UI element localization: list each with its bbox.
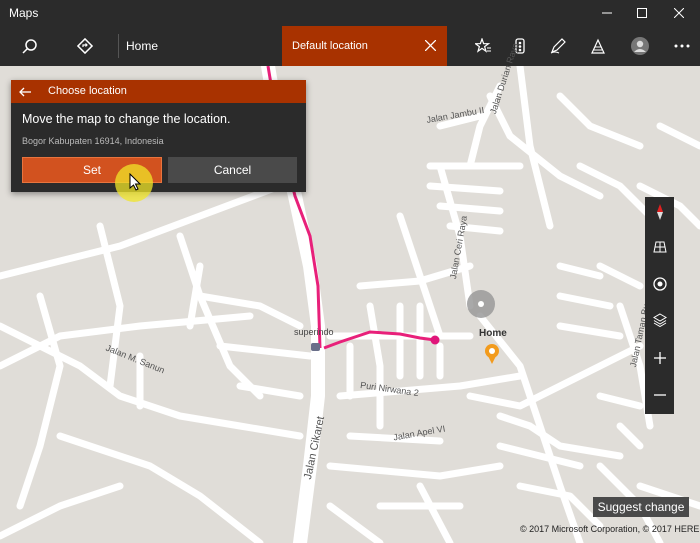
layers-icon [652,313,667,327]
toolbar-divider [118,34,119,58]
search-icon [22,39,37,54]
my-location-button[interactable] [645,269,674,299]
back-button[interactable] [15,82,35,101]
home-label: Home [479,328,507,339]
toolbar: Home Default location [0,26,700,66]
home-link[interactable]: Home [126,39,158,53]
compass-icon [656,204,663,220]
suggest-change-button[interactable]: Suggest change [593,497,689,517]
poi-label: superindo [294,327,334,337]
avatar-icon [631,37,649,55]
directions-button[interactable] [65,26,105,66]
zoom-in-button[interactable] [645,343,674,373]
cancel-button[interactable]: Cancel [168,157,297,183]
route-destination-marker [430,335,440,345]
directions-icon [77,38,93,54]
choose-location-dialog: Choose location Move the map to change t… [11,80,306,192]
minimize-icon [602,12,612,14]
map-views-button[interactable] [645,305,674,335]
tilt-icon [652,241,667,253]
account-button[interactable] [620,26,660,66]
search-button[interactable] [10,26,50,66]
maximize-icon [637,8,647,18]
tilt-button[interactable] [645,232,674,262]
dialog-message: Move the map to change the location. [22,112,231,126]
shop-icon [311,343,320,351]
more-icon [674,44,690,48]
favorites-icon [475,38,491,53]
favorites-button[interactable] [463,26,503,66]
compass-button[interactable] [645,197,674,227]
minimize-button[interactable] [590,0,624,26]
maps-app: Maps Home Default location Jalan Jambu I… [0,0,700,543]
3d-cities-icon [591,38,605,54]
close-icon [424,39,436,51]
back-arrow-icon [19,87,31,96]
title-bar: Maps [0,0,700,26]
default-location-tab[interactable]: Default location [282,26,447,66]
window-title: Maps [9,6,39,20]
minus-icon [653,394,666,396]
more-button[interactable] [662,26,700,66]
mouse-cursor-icon [129,173,141,191]
3d-cities-button[interactable] [578,26,618,66]
close-window-button[interactable] [662,0,696,26]
map-controls [645,197,674,414]
location-icon [652,277,667,291]
close-tab-button[interactable] [419,34,441,56]
close-icon [674,8,684,18]
pen-icon [550,38,566,54]
default-location-label: Default location [292,40,368,52]
copyright-text: © 2017 Microsoft Corporation, © 2017 HER… [520,524,700,534]
plus-icon [653,352,666,364]
ink-button[interactable] [538,26,578,66]
maximize-button[interactable] [625,0,659,26]
dialog-title: Choose location [48,85,127,97]
location-address: Bogor Kabupaten 16914, Indonesia [22,136,164,146]
dialog-header: Choose location [11,80,306,103]
zoom-out-button[interactable] [645,380,674,410]
